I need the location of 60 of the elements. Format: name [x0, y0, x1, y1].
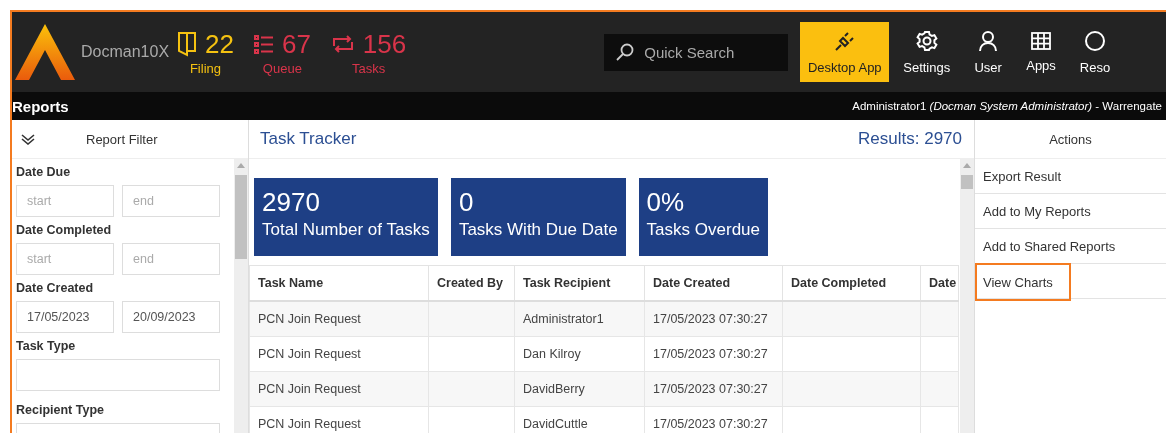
date-field[interactable]: end	[122, 243, 220, 275]
metric-card: 0% Tasks Overdue	[638, 178, 768, 256]
nav-button[interactable]: User	[964, 22, 1013, 82]
table-cell: 17/05/2023 07:30:27	[644, 371, 783, 407]
search-field[interactable]: Quick Search	[604, 33, 789, 71]
date-field[interactable]: 20/09/2023	[122, 301, 220, 333]
search-icon	[616, 43, 635, 61]
results-count: Results: 2970	[858, 129, 962, 149]
logo-icon	[15, 24, 75, 80]
circle-icon	[1084, 29, 1107, 52]
text-field[interactable]	[16, 359, 220, 391]
chevron-icon[interactable]	[20, 133, 36, 145]
table-cell: DavidBerry	[514, 371, 645, 407]
action-item[interactable]: Add to Shared Reports	[975, 229, 1126, 263]
folder-icon	[177, 30, 197, 57]
report-title: Task Tracker	[260, 129, 357, 149]
metric-card: 2970 Total Number of Tasks	[254, 178, 438, 256]
field-label: Date Completed	[16, 223, 113, 237]
nav-button[interactable]: Reso	[1069, 22, 1121, 82]
field-label: Date Created	[16, 281, 95, 295]
plug-icon	[833, 29, 856, 52]
counter-label[interactable]: Tasks	[351, 60, 386, 76]
counter-label[interactable]: Filing	[189, 60, 221, 76]
date-field[interactable]: 17/05/2023	[16, 301, 114, 333]
user-info: Administrator1 (Docman System Administrator) - Warrengate	[852, 100, 1162, 112]
nav-button[interactable]: Desktop App	[800, 22, 890, 82]
scrollbar[interactable]	[960, 159, 974, 433]
table-cell: Dan Kilroy	[514, 336, 645, 372]
field-label: Task Type	[16, 339, 77, 353]
actions-title: Actions	[975, 120, 1166, 159]
metric-card: 0 Tasks With Due Date	[450, 178, 626, 256]
scrollbar[interactable]	[234, 159, 248, 433]
table-cell: 17/05/2023 07:30:27	[644, 336, 783, 372]
counter-value: 22	[205, 28, 234, 59]
table-cell: PCN Join Request	[249, 371, 429, 407]
table-cell: PCN Join Request	[249, 301, 429, 337]
action-item[interactable]: Add to My Reports	[975, 194, 1101, 228]
action-item[interactable]: Export Result	[975, 159, 1072, 193]
counter-value: 67	[281, 28, 311, 59]
nav-button[interactable]: Settings	[893, 22, 961, 82]
field-label: Date Due	[16, 165, 72, 179]
grid-icon	[1031, 31, 1052, 50]
page-title: Reports	[12, 97, 69, 115]
list-icon	[253, 33, 274, 54]
date-field[interactable]: end	[122, 185, 220, 217]
app-name: Docman10X	[81, 43, 171, 61]
table-cell: PCN Join Request	[249, 336, 429, 372]
settings-icon	[915, 29, 938, 52]
field-label: Recipient Type	[16, 403, 105, 417]
table-cell: Administrator1	[514, 301, 645, 337]
user-icon	[978, 29, 999, 52]
counter-value: 156	[362, 28, 407, 59]
table-cell: 17/05/2023 07:30:27	[644, 301, 783, 337]
date-field[interactable]: start	[16, 243, 114, 275]
action-item[interactable]: View Charts	[975, 263, 1071, 301]
repeat-icon	[330, 33, 355, 54]
date-field[interactable]: start	[16, 185, 114, 217]
filter-title: Report Filter	[86, 131, 158, 147]
nav-button[interactable]: Apps	[1016, 22, 1066, 82]
table-cell: PCN Join Request	[249, 406, 429, 433]
